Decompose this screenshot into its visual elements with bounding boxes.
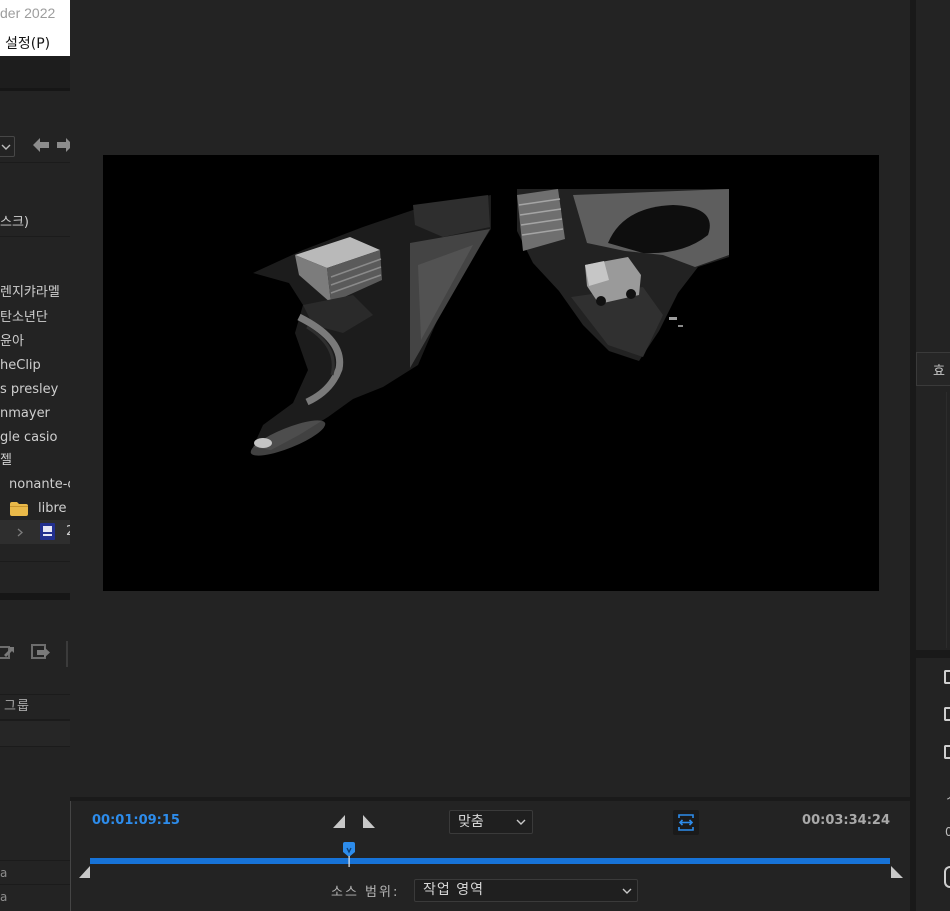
folder-icon: [10, 502, 28, 516]
folder-label: 윤아: [0, 334, 24, 349]
program-monitor-frame[interactable]: [103, 155, 879, 591]
checkbox[interactable]: [944, 670, 950, 684]
export-icon[interactable]: [0, 644, 14, 661]
chevron-right-icon[interactable]: [17, 528, 23, 537]
zoom-value: 맞춤: [458, 814, 484, 830]
setting-label-fragment: ㅅ: [945, 786, 950, 804]
preset-row-band: [0, 721, 70, 746]
tab-label: 효: [933, 364, 945, 379]
zoom-dropdown[interactable]: 맞춤: [449, 810, 533, 834]
drive-row[interactable]: 스크): [0, 211, 70, 235]
work-area-end-icon[interactable]: [891, 866, 903, 878]
row-divider: [0, 884, 70, 885]
playhead[interactable]: [342, 842, 356, 867]
media-file-icon: [40, 523, 55, 540]
work-area-start-icon[interactable]: [79, 866, 90, 878]
scene-right-cluster: [517, 189, 729, 361]
right-panel: 효 ㅅ 0: [910, 0, 950, 911]
chevron-down-icon: [1, 144, 11, 150]
folder-label: heClip: [0, 358, 41, 373]
panel-gap: [0, 56, 70, 88]
folder-row[interactable]: s presley: [0, 378, 70, 402]
scene-left-cluster: [250, 195, 491, 456]
left-workspace: der 2022 설정(P) 스크) 렌지캬라멜 탄소년단 윤아 heClip …: [0, 0, 70, 911]
folder-label: libre: [38, 501, 67, 516]
window-title-bar: der 2022: [0, 0, 70, 28]
drive-dropdown[interactable]: [0, 136, 15, 157]
checkbox[interactable]: [944, 707, 950, 721]
folder-label: 렌지캬라멜: [0, 285, 60, 300]
menu-item-settings[interactable]: 설정(P): [5, 33, 50, 53]
folder-row[interactable]: gle casio: [0, 426, 70, 450]
folder-row[interactable]: libre: [0, 497, 70, 521]
chevron-down-icon: [622, 888, 632, 894]
folder-row[interactable]: 렌지캬라멜: [0, 281, 70, 305]
folder-row[interactable]: nonante-ci: [0, 473, 70, 497]
scene-smoke-core: [254, 438, 272, 448]
safe-margins-button[interactable]: [673, 810, 699, 835]
folder-label: gle casio: [0, 430, 58, 445]
radio-button[interactable]: [944, 866, 950, 888]
folder-row[interactable]: 젤: [0, 449, 70, 473]
timeline-bar[interactable]: [90, 858, 890, 864]
panel-edge-line: [946, 392, 947, 648]
folder-label: s presley: [0, 382, 59, 397]
source-range-value: 작업 영역: [423, 882, 484, 898]
current-timecode[interactable]: 00:01:09:15: [92, 813, 180, 828]
preset-row-label: a: [0, 890, 8, 904]
window-title: der 2022: [0, 5, 56, 21]
folder-label: 탄소년단: [0, 310, 48, 325]
panel-divider: [0, 593, 70, 600]
media-file-row[interactable]: 2: [0, 520, 70, 544]
folder-label: nmayer: [0, 406, 50, 421]
checkbox[interactable]: [944, 745, 950, 759]
column-header-label: 그룹: [4, 699, 30, 714]
arrow-right-icon[interactable]: [57, 138, 70, 152]
scene-truck-wheel: [626, 289, 636, 299]
toolbar-separator: [66, 641, 68, 667]
row-divider: [0, 860, 70, 861]
scene-debris: [669, 317, 677, 320]
controls-divider: [70, 797, 910, 801]
scene-truck-wheel: [596, 296, 606, 306]
mark-in-icon[interactable]: [333, 815, 345, 828]
tab-effects[interactable]: 효: [916, 352, 950, 386]
folder-label: 젤: [0, 453, 12, 468]
move-icon[interactable]: [31, 644, 51, 661]
preset-row-label: a: [0, 866, 8, 880]
setting-value-fragment: 0: [945, 825, 950, 839]
chevron-down-icon: [516, 819, 526, 825]
video-frame-image: [250, 189, 729, 456]
folder-row[interactable]: heClip: [0, 354, 70, 378]
folder-row[interactable]: 윤아: [0, 330, 70, 354]
duration-timecode: 00:03:34:24: [802, 813, 890, 828]
panel-edge: [70, 801, 71, 911]
folder-row[interactable]: nmayer: [0, 402, 70, 426]
safe-margins-icon: [678, 814, 694, 831]
drive-label: 스크): [0, 215, 29, 230]
preview-panel: 00:01:09:15 맞춤 00:03:34:24 소스 범위: 작업 영역: [70, 0, 910, 911]
arrow-left-icon[interactable]: [33, 138, 49, 152]
panel-separator[interactable]: [910, 0, 916, 911]
source-range-dropdown[interactable]: 작업 영역: [414, 879, 638, 902]
column-header-group[interactable]: 그룹: [0, 695, 70, 719]
preset-row[interactable]: a: [0, 886, 70, 908]
scene-debris: [678, 325, 683, 327]
row-divider: [0, 746, 70, 747]
row-divider: [0, 561, 70, 562]
row-divider: [0, 236, 70, 237]
folder-label: nonante-ci: [9, 477, 70, 492]
panel-divider: [916, 650, 950, 658]
source-range-label: 소스 범위:: [331, 885, 400, 900]
playhead-icon: [343, 842, 356, 867]
folder-row[interactable]: 탄소년단: [0, 306, 70, 330]
preset-row[interactable]: a: [0, 862, 70, 884]
menu-bar: 설정(P): [0, 28, 70, 56]
toolbar-divider: [0, 162, 70, 163]
mark-out-icon[interactable]: [363, 815, 375, 828]
